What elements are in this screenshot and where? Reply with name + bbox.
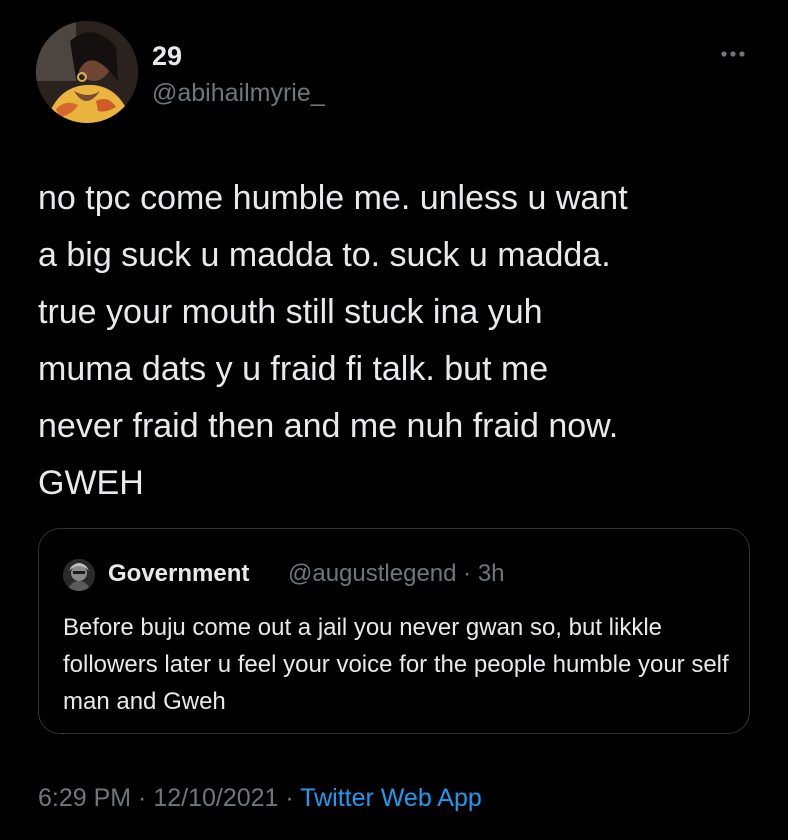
meta-separator: · xyxy=(278,784,301,812)
meta-separator: · xyxy=(131,784,154,812)
author-avatar[interactable] xyxy=(36,21,138,123)
author-handle[interactable]: @abihailmyrie_ xyxy=(152,78,325,108)
avatar-photo xyxy=(63,559,95,591)
tweet-time[interactable]: 6:29 PM xyxy=(38,784,131,812)
avatar-photo xyxy=(36,21,138,123)
tweet-source-link[interactable]: Twitter Web App xyxy=(300,784,482,812)
tweet-text: no tpc come humble me. unless u want a b… xyxy=(38,179,628,502)
tweet: 29 @abihailmyrie_ no tpc come humble me.… xyxy=(0,0,788,840)
quoted-author-handle-time: @augustlegend · 3h xyxy=(288,560,505,587)
more-horizontal-icon[interactable] xyxy=(716,42,750,66)
quoted-tweet-text: Before buju come out a jail you never gw… xyxy=(63,614,729,715)
quoted-author-avatar[interactable] xyxy=(63,559,95,591)
tweet-date[interactable]: 12/10/2021 xyxy=(153,784,278,812)
quoted-tweet[interactable]: Government @augustlegend · 3h Before buj… xyxy=(38,528,750,734)
quoted-author-display-name[interactable]: Government xyxy=(108,559,249,589)
tweet-meta: 6:29 PM · 12/10/2021 · Twitter Web App xyxy=(38,782,482,814)
author-display-name[interactable]: 29 xyxy=(152,40,182,72)
